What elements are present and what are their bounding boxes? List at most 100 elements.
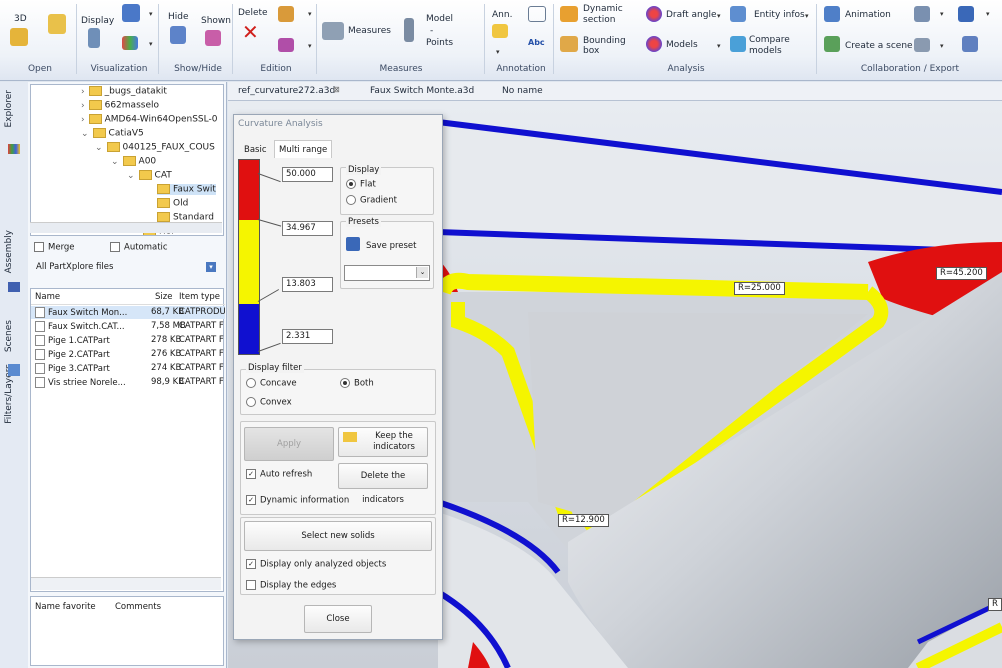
file-filter-select[interactable]: All PartXplore files	[36, 262, 113, 272]
delete-x-icon[interactable]: ✕	[242, 22, 262, 42]
tab-no-name[interactable]: No name	[502, 86, 543, 96]
entity-infos-button[interactable]: Entity infos	[754, 10, 805, 20]
color-palette-icon[interactable]	[122, 36, 138, 50]
draft-angle-button[interactable]: Draft angle	[666, 10, 717, 20]
tab-explorer[interactable]: Explorer	[4, 90, 14, 127]
concave-radio[interactable]: Concave	[246, 378, 297, 389]
delete-button[interactable]: Delete	[238, 8, 268, 18]
table-row[interactable]: Faux Switch.CAT... 7,58 MB CATPART F	[31, 320, 225, 333]
file-list[interactable]: Name Size Item type Faux Switch Mon... 6…	[30, 288, 226, 592]
tree-hscrollbar[interactable]	[30, 222, 222, 233]
radius-callout[interactable]: R	[988, 598, 1002, 611]
tree-node[interactable]: ⌄ CatiaV5	[81, 128, 144, 139]
models-icon[interactable]	[646, 36, 662, 52]
bounding-box-button[interactable]: Bounding	[583, 36, 626, 46]
save-icon[interactable]	[958, 6, 974, 22]
display-icon[interactable]	[88, 28, 100, 48]
select-new-solids-button[interactable]: Select new solids	[244, 521, 432, 551]
animation-icon[interactable]	[824, 6, 840, 22]
tab-faux-switch[interactable]: Faux Switch Monte.a3d	[370, 86, 474, 96]
dimension-icon[interactable]	[528, 6, 546, 22]
tree-node[interactable]: › 662masselo	[81, 100, 159, 111]
measures-icon[interactable]	[322, 22, 344, 40]
merge-checkbox[interactable]: Merge	[34, 242, 75, 253]
save-preset-icon[interactable]	[346, 237, 360, 251]
display-button[interactable]: Display	[81, 16, 114, 26]
annotation-icon[interactable]	[492, 24, 508, 38]
hide-button[interactable]: Hide	[168, 12, 189, 22]
favorites-list[interactable]: Name favorite Comments	[30, 596, 224, 666]
open-folder-icon[interactable]	[48, 14, 66, 34]
edit-color-icon[interactable]	[278, 38, 294, 52]
tree-node[interactable]: › _bugs_datakit	[81, 86, 167, 97]
compare-models-icon[interactable]	[730, 36, 746, 52]
entity-infos-icon[interactable]	[730, 6, 746, 22]
range-value-input[interactable]: 13.803	[282, 277, 333, 292]
share-icon[interactable]	[962, 36, 978, 52]
model-label[interactable]: Model	[426, 14, 453, 24]
create-scene-icon[interactable]	[824, 36, 840, 52]
hide-icon[interactable]	[170, 26, 186, 44]
export-icon[interactable]	[914, 6, 930, 22]
tab-scenes[interactable]: Scenes	[4, 320, 14, 352]
tab-multi-range[interactable]: Multi range	[279, 145, 327, 155]
radius-callout[interactable]: R=45.200	[936, 267, 987, 280]
radius-callout[interactable]: R=25.000	[734, 282, 785, 295]
radius-callout[interactable]: R=12.900	[558, 514, 609, 527]
gradient-radio[interactable]: Gradient	[346, 195, 397, 206]
range-value-input[interactable]: 2.331	[282, 329, 333, 344]
chevron-down-icon[interactable]: ⌄	[416, 267, 428, 278]
tree-node[interactable]: Old	[157, 198, 188, 209]
tree-node[interactable]: › AMD64-Win64OpenSSL-0	[81, 114, 217, 125]
dynamic-section-button[interactable]: Dynamic	[583, 4, 623, 14]
draft-angle-icon[interactable]	[646, 6, 662, 22]
tab-ref-curvature[interactable]: ref_curvature272.a3d	[238, 86, 335, 96]
delete-indicators-button[interactable]: Delete the indicators	[338, 463, 428, 505]
text-abc-icon[interactable]: Abc	[528, 38, 546, 50]
publish-icon[interactable]	[914, 38, 930, 52]
chevron-down-icon[interactable]: ▾	[206, 262, 216, 272]
ann-button[interactable]: Ann.	[492, 10, 512, 20]
keep-indicators-button[interactable]: Keep the indicators	[338, 427, 428, 457]
create-scene-button[interactable]: Create a scene	[845, 41, 913, 51]
animation-button[interactable]: Animation	[845, 10, 891, 20]
tree-node-selected[interactable]: Faux Swit	[157, 184, 216, 195]
range-value-input[interactable]: 50.000	[282, 167, 333, 182]
tree-node[interactable]: Standard	[157, 212, 214, 223]
dynamic-section-icon[interactable]	[560, 6, 578, 22]
table-row[interactable]: Vis striee Norele... 98,9 KB CATPART F	[31, 376, 225, 389]
table-row[interactable]: Faux Switch Mon... 68,7 KB CATPRODU	[31, 306, 226, 319]
automatic-checkbox[interactable]: Automatic	[110, 242, 168, 253]
table-row[interactable]: Pige 2.CATPart 276 KB CATPART F	[31, 348, 225, 361]
view-cube-icon[interactable]	[122, 4, 140, 22]
range-value-input[interactable]: 34.967	[282, 221, 333, 236]
flat-radio[interactable]: Flat	[346, 179, 376, 190]
transform-icon[interactable]	[278, 6, 294, 22]
table-row[interactable]: Pige 1.CATPart 278 KB CATPART F	[31, 334, 225, 347]
measures-button[interactable]: Measures	[348, 26, 391, 36]
convex-radio[interactable]: Convex	[246, 397, 292, 408]
close-button[interactable]: Close	[304, 605, 372, 633]
save-preset-button[interactable]: Save preset	[366, 241, 417, 251]
close-tab-icon[interactable]: ⊠	[333, 85, 343, 95]
display-only-analyzed-checkbox[interactable]: ✓ Display only analyzed objects	[246, 559, 386, 570]
tree-node[interactable]: ⌄ 040125_FAUX_COUS	[95, 142, 215, 153]
shown-button[interactable]: Shown	[201, 16, 231, 26]
tab-basic[interactable]: Basic	[244, 145, 267, 155]
shown-icon[interactable]	[205, 30, 221, 46]
tree-node[interactable]: ⌄ CAT	[127, 170, 172, 181]
model-points-icon[interactable]	[404, 18, 414, 42]
file-list-hscrollbar[interactable]	[31, 577, 221, 590]
auto-refresh-checkbox[interactable]: ✓ Auto refresh	[246, 469, 312, 480]
folder-tree[interactable]: › _bugs_datakit › 662masselo › AMD64-Win64O…	[30, 84, 224, 236]
open-3d-icon[interactable]	[10, 28, 28, 46]
preset-select[interactable]: ⌄	[344, 265, 430, 281]
models-button[interactable]: Models	[666, 40, 698, 50]
tree-node[interactable]: ⌄ A00	[111, 156, 156, 167]
display-edges-checkbox[interactable]: Display the edges	[246, 580, 336, 591]
compare-models-button[interactable]: Compare	[749, 35, 790, 45]
bounding-box-icon[interactable]	[560, 36, 578, 52]
dynamic-information-checkbox[interactable]: ✓ Dynamic information	[246, 495, 349, 506]
tab-assembly[interactable]: Assembly	[4, 230, 14, 273]
apply-button[interactable]: Apply	[244, 427, 334, 461]
